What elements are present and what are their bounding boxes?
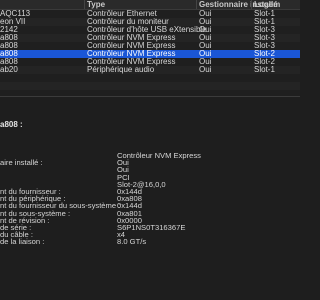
cell-installed: Oui — [199, 65, 212, 74]
empty-row — [0, 74, 300, 82]
column-header-slot[interactable]: Logem — [254, 0, 300, 9]
empty-row — [0, 82, 300, 90]
column-divider[interactable] — [196, 0, 197, 9]
detail-label: aire installé : — [0, 158, 43, 168]
table-row[interactable]: ab20 Périphérique audio Oui Slot-1 — [0, 66, 300, 74]
detail-value: 8.0 GT/s — [117, 237, 147, 247]
column-header-installed[interactable]: Gestionnaire installé — [199, 0, 278, 9]
device-table: Type Gestionnaire installé Logem AQC113 … — [0, 0, 300, 96]
cell-type: Périphérique audio — [87, 65, 155, 74]
column-divider[interactable] — [84, 0, 85, 9]
detail-value: Contrôleur NVM Express — [117, 151, 201, 160]
cell-slot: Slot-1 — [254, 65, 275, 74]
cell-name: ab20 — [0, 65, 18, 74]
detail-title: a808 : — [0, 120, 23, 129]
detail-value: S6P1NS0T316367E — [117, 223, 186, 232]
detail-pane: a808 : Contrôleur NVM Express aire insta… — [0, 97, 300, 300]
column-header-type[interactable]: Type — [87, 0, 197, 9]
column-divider[interactable] — [251, 0, 252, 9]
detail-label: de la liaison : — [0, 237, 45, 247]
